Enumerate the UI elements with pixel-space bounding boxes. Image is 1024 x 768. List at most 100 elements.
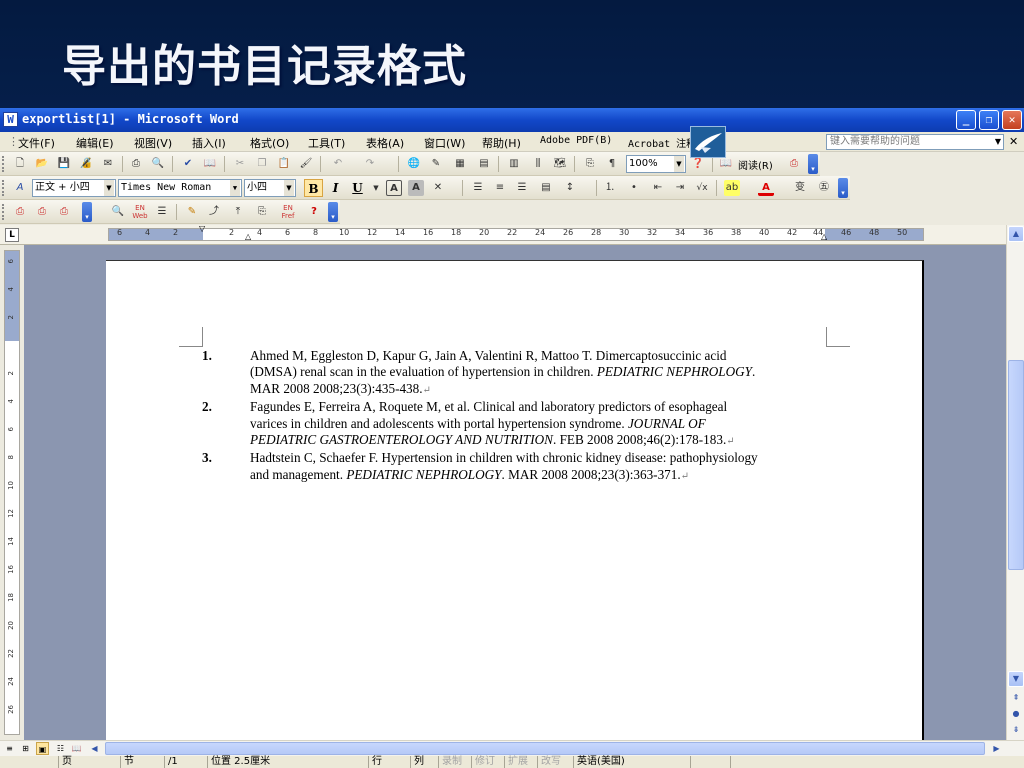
document-page[interactable]: 1. Ahmed M, Eggleston D, Kapur G, Jain A…	[106, 260, 924, 750]
character-scale-icon[interactable]: ✕	[430, 180, 446, 196]
insert-table-icon[interactable]: ▦	[452, 156, 468, 172]
columns-icon[interactable]: ▥	[506, 156, 522, 172]
word-app-icon[interactable]: W	[3, 112, 18, 127]
cut-icon[interactable]: ✂	[232, 156, 248, 172]
pdf-review-icon[interactable]: ⎙	[56, 204, 72, 220]
endnote-edit-icon[interactable]: ✎	[184, 204, 200, 220]
zoom-select[interactable]: 100% ▼	[626, 155, 686, 173]
toolbar-grip[interactable]	[2, 180, 5, 196]
read-mode-button[interactable]: 阅读(R)	[738, 157, 773, 172]
endnote-format-icon[interactable]: ☰	[154, 204, 170, 220]
document-map-icon[interactable]: 🗺	[552, 156, 568, 172]
italic-button[interactable]: I	[326, 179, 345, 197]
normal-view-icon[interactable]: ≡	[3, 742, 16, 755]
font-size-select[interactable]: 小四 ▼	[244, 179, 296, 197]
font-color-icon[interactable]: A	[758, 180, 774, 196]
close-button[interactable]: ✕	[1002, 110, 1022, 130]
hanging-indent-marker[interactable]: △	[245, 232, 251, 241]
redo-icon[interactable]: ↷	[362, 156, 378, 172]
line-spacing-icon[interactable]: ↕	[562, 180, 578, 196]
chevron-down-icon[interactable]: ▼	[368, 180, 384, 196]
list-item[interactable]: 1. Ahmed M, Eggleston D, Kapur G, Jain A…	[202, 348, 762, 399]
status-extend[interactable]: 扩展	[504, 756, 536, 768]
horizontal-scrollbar[interactable]: ≡ ⊞ ▣ ☷ 📖 ◀ ▶	[0, 740, 1024, 756]
next-page-icon[interactable]: ⇟	[1008, 723, 1024, 739]
menu-insert[interactable]: 插入(I)	[192, 135, 226, 151]
menu-adobe-pdf[interactable]: Adobe PDF(B)	[540, 135, 612, 146]
menu-view[interactable]: 视图(V)	[134, 135, 172, 151]
align-right-icon[interactable]: ☰	[514, 180, 530, 196]
endnote-fref-button[interactable]: EN Fref	[280, 204, 296, 220]
menu-acrobat-comments[interactable]: Acrobat 注释	[628, 135, 696, 150]
list-item[interactable]: 2. Fagundes E, Ferreira A, Roquete M, et…	[202, 399, 762, 450]
toolbar-grip[interactable]	[2, 204, 5, 220]
endnote-export-icon[interactable]: ⎘	[254, 204, 270, 220]
chevron-down-icon[interactable]: ▼	[284, 180, 294, 196]
list-item[interactable]: 3. Hadtstein C, Schaefer F. Hypertension…	[202, 450, 762, 485]
horizontal-scroll-thumb[interactable]	[105, 742, 985, 755]
scroll-up-icon[interactable]: ▲	[1008, 226, 1024, 242]
style-select[interactable]: 正文 + 小四 ▼	[32, 179, 116, 197]
scroll-down-icon[interactable]: ▼	[1008, 671, 1024, 687]
previous-page-icon[interactable]: ⇞	[1008, 691, 1024, 707]
endnote-search-icon[interactable]: 🔍	[110, 204, 126, 220]
menu-file[interactable]: 文件(F)	[18, 135, 55, 151]
character-shading-icon[interactable]: A	[408, 180, 424, 196]
chevron-down-icon[interactable]: ▼	[674, 156, 684, 172]
reference-list[interactable]: 1. Ahmed M, Eggleston D, Kapur G, Jain A…	[202, 348, 762, 485]
bold-button[interactable]: B	[304, 179, 323, 197]
vertical-scrollbar[interactable]: ▲ ▼ ⇞ ● ⇟	[1006, 225, 1024, 740]
status-track-changes[interactable]: 修订	[471, 756, 503, 768]
underline-button[interactable]: U	[348, 179, 367, 197]
document-close-button[interactable]: ✕	[1009, 135, 1018, 148]
vertical-ruler[interactable]: 6 4 2 2 4 6 8 10 12 14 16 18 20 22 24 26	[4, 250, 20, 735]
minimize-button[interactable]: _	[956, 110, 976, 130]
email-icon[interactable]: ✉	[100, 156, 116, 172]
align-justify-icon[interactable]: ☰	[470, 180, 486, 196]
first-line-indent-marker[interactable]: ▽	[199, 224, 205, 233]
toolbar-grip[interactable]	[2, 156, 5, 172]
align-center-icon[interactable]: ≡	[492, 180, 508, 196]
reading-layout-icon[interactable]: 📖	[70, 742, 83, 755]
pdf-email-icon[interactable]: ⎙	[34, 204, 50, 220]
scroll-right-icon[interactable]: ▶	[990, 742, 1003, 755]
menu-edit[interactable]: 编辑(E)	[76, 135, 114, 151]
pdf-create-icon[interactable]: ⎙	[786, 156, 802, 172]
phonetic-guide-icon[interactable]: √x	[694, 180, 710, 196]
highlight-icon[interactable]: ab	[724, 180, 740, 196]
numbering-icon[interactable]: ⒈	[602, 180, 618, 196]
font-select[interactable]: Times New Roman ▼	[118, 179, 242, 197]
outline-view-icon[interactable]: ☷	[54, 742, 67, 755]
print-preview-icon[interactable]: 🔍	[150, 156, 166, 172]
menu-tools[interactable]: 工具(T)	[308, 135, 345, 151]
status-record[interactable]: 录制	[438, 756, 470, 768]
right-indent-marker[interactable]: △	[821, 232, 827, 241]
enclose-characters-icon[interactable]: ㊄	[816, 180, 832, 196]
distributed-icon[interactable]: ▤	[538, 180, 554, 196]
print-layout-icon[interactable]: ▣	[36, 742, 49, 755]
save-icon[interactable]: 💾	[56, 156, 72, 172]
bullets-icon[interactable]: •	[626, 180, 642, 196]
endnote-goto-icon[interactable]: ⤴	[206, 204, 222, 220]
drawing-icon[interactable]: ⫼	[530, 156, 546, 172]
permission-icon[interactable]: 🔏	[78, 156, 94, 172]
web-view-icon[interactable]: ⊞	[19, 742, 32, 755]
hyperlink-icon[interactable]: 🌐	[406, 156, 422, 172]
document-workspace[interactable]: 1. Ahmed M, Eggleston D, Kapur G, Jain A…	[24, 245, 1006, 750]
help-search-input[interactable]: 键入需要帮助的问题 ▼	[826, 134, 1004, 150]
chevron-down-icon[interactable]: ▼	[230, 180, 240, 196]
toolbar-options-icon[interactable]: ▾	[82, 202, 92, 222]
insert-excel-icon[interactable]: ▤	[476, 156, 492, 172]
chevron-down-icon[interactable]: ▼	[995, 135, 1001, 149]
character-border-icon[interactable]: A	[386, 180, 402, 196]
chevron-down-icon[interactable]: ▼	[104, 180, 114, 196]
decrease-indent-icon[interactable]: ⇤	[650, 180, 666, 196]
styles-formatting-icon[interactable]: A	[12, 180, 28, 196]
menu-help[interactable]: 帮助(H)	[482, 135, 521, 151]
spelling-icon[interactable]: ✔	[180, 156, 196, 172]
menu-format[interactable]: 格式(O)	[250, 135, 289, 151]
copy-icon[interactable]: ❐	[254, 156, 270, 172]
acrobat-comment-icon[interactable]	[690, 126, 726, 158]
open-folder-icon[interactable]: 📂	[34, 156, 50, 172]
chinese-conversion-icon[interactable]: 变	[792, 180, 808, 196]
